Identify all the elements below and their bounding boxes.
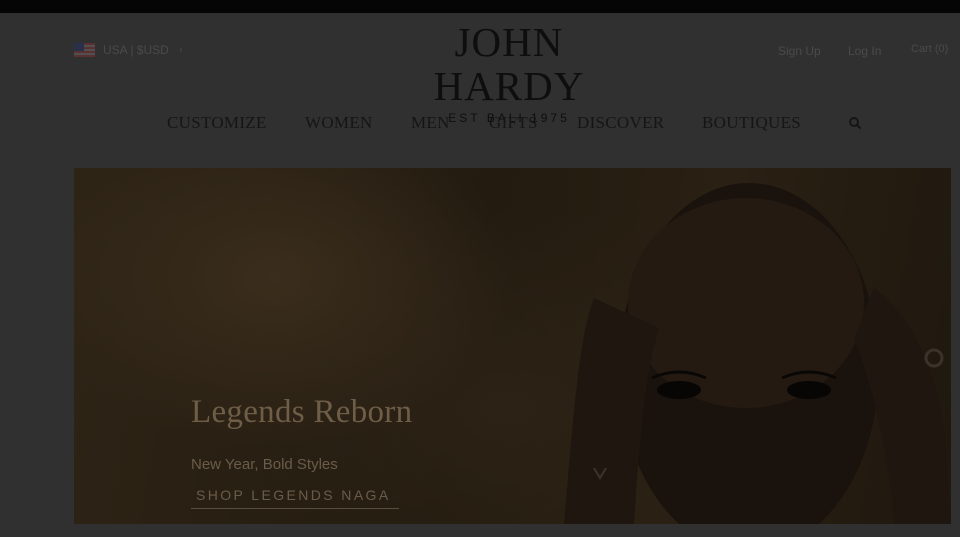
top-promo-bar (0, 0, 960, 13)
brand-logo[interactable]: JOHN HARDY EST BALI 1975 (378, 20, 640, 125)
nav-item-customize[interactable]: CUSTOMIZE (167, 113, 267, 133)
shop-legends-naga-link[interactable]: SHOP LEGENDS NAGA (196, 487, 391, 503)
hero-title: Legends Reborn (191, 394, 413, 430)
cta-underline (191, 508, 399, 509)
nav-item-boutiques[interactable]: BOUTIQUES (702, 113, 801, 133)
hero-banner[interactable]: Legends Reborn New Year, Bold Styles SHO… (74, 168, 951, 524)
sign-up-link[interactable]: Sign Up (778, 44, 821, 58)
search-icon[interactable] (848, 116, 862, 130)
log-in-link[interactable]: Log In (848, 44, 881, 58)
main-nav: CUSTOMIZE WOMEN MEN GIFTS DISCOVER BOUTI… (0, 113, 960, 133)
nav-item-discover[interactable]: DISCOVER (577, 113, 664, 133)
us-flag-icon (74, 43, 95, 57)
nav-item-gifts[interactable]: GIFTS (489, 113, 538, 133)
hero-subtitle: New Year, Bold Styles (191, 456, 338, 473)
logo-brand-text: JOHN HARDY (433, 19, 585, 109)
locale-label: USA | $USD (103, 43, 169, 57)
nav-item-women[interactable]: WOMEN (305, 113, 373, 133)
nav-item-men[interactable]: MEN (411, 113, 450, 133)
locale-selector[interactable]: USA | $USD › (74, 43, 182, 57)
cart-link[interactable]: Cart (0) (911, 43, 948, 55)
chevron-right-icon: › (178, 44, 183, 56)
